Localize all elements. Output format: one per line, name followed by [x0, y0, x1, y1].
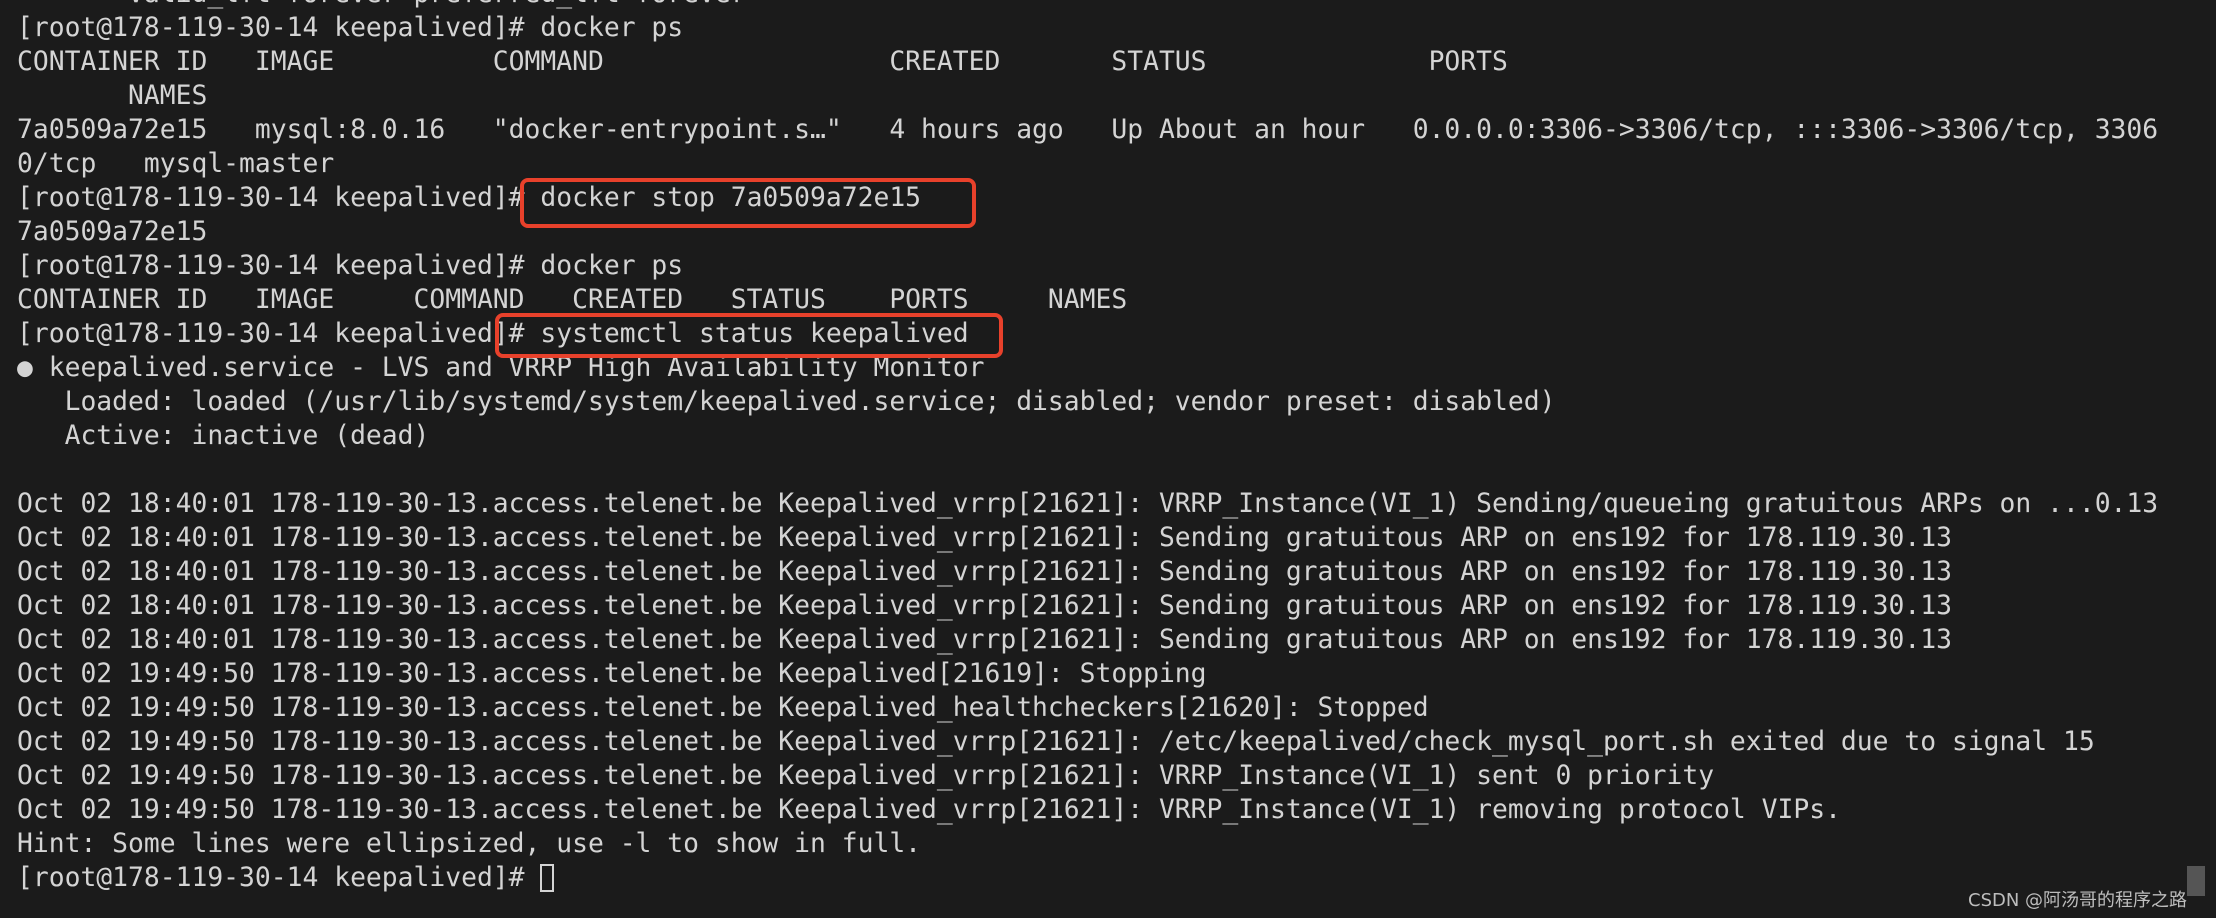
terminal-line: Oct 02 19:49:50 178-119-30-13.access.tel…: [17, 795, 1841, 825]
terminal-line: [root@178-119-30-14 keepalived]# docker …: [17, 183, 922, 213]
highlight-docker-stop: [520, 178, 976, 228]
terminal-line: Oct 02 19:49:50 178-119-30-13.access.tel…: [17, 761, 1715, 791]
terminal-line: Oct 02 19:49:50 178-119-30-13.access.tel…: [17, 727, 2095, 757]
terminal-line: ● keepalived.service - LVS and VRRP High…: [17, 353, 985, 383]
terminal-line: 7a0509a72e15: [17, 217, 208, 247]
terminal-line: [root@178-119-30-14 keepalived]# docker …: [17, 251, 684, 281]
terminal-line: [root@178-119-30-14 keepalived]# docker …: [17, 13, 684, 43]
terminal-line: Active: inactive (dead): [17, 421, 430, 451]
terminal-line: valid_lft forever preferred_lft forever: [17, 0, 2158, 11]
terminal-line: Hint: Some lines were ellipsized, use -l…: [17, 829, 922, 859]
terminal-line: [root@178-119-30-14 keepalived]# systemc…: [17, 319, 969, 349]
terminal-line: 0/tcp mysql-master: [17, 149, 335, 179]
watermark: CSDN @阿汤哥的程序之路: [1968, 890, 2188, 911]
terminal-line: NAMES: [17, 81, 208, 111]
terminal-line: Oct 02 18:40:01 178-119-30-13.access.tel…: [17, 557, 1952, 587]
terminal-prompt-line[interactable]: [root@178-119-30-14 keepalived]#: [17, 861, 2158, 895]
terminal-line: Oct 02 18:40:01 178-119-30-13.access.tel…: [17, 591, 1952, 621]
terminal-output[interactable]: valid_lft forever preferred_lft forever […: [17, 0, 2158, 895]
terminal-line: CONTAINER ID IMAGE COMMAND CREATED STATU…: [17, 285, 1128, 315]
prompt: [root@178-119-30-14 keepalived]#: [17, 863, 541, 893]
terminal-line: CONTAINER ID IMAGE COMMAND CREATED STATU…: [17, 47, 1508, 77]
scrollbar-thumb[interactable]: [2187, 866, 2205, 896]
terminal-line: Oct 02 18:40:01 178-119-30-13.access.tel…: [17, 489, 2159, 519]
terminal-line: Oct 02 19:49:50 178-119-30-13.access.tel…: [17, 693, 1429, 723]
highlight-systemctl-status: [495, 313, 1003, 358]
terminal-line: 7a0509a72e15 mysql:8.0.16 "docker-entryp…: [17, 115, 2159, 145]
terminal-line: Oct 02 19:49:50 178-119-30-13.access.tel…: [17, 659, 1207, 689]
terminal-line: Oct 02 18:40:01 178-119-30-13.access.tel…: [17, 625, 1952, 655]
cursor-icon: [540, 864, 555, 892]
terminal-line: Loaded: loaded (/usr/lib/systemd/system/…: [17, 387, 1556, 417]
terminal-line: Oct 02 18:40:01 178-119-30-13.access.tel…: [17, 523, 1952, 553]
